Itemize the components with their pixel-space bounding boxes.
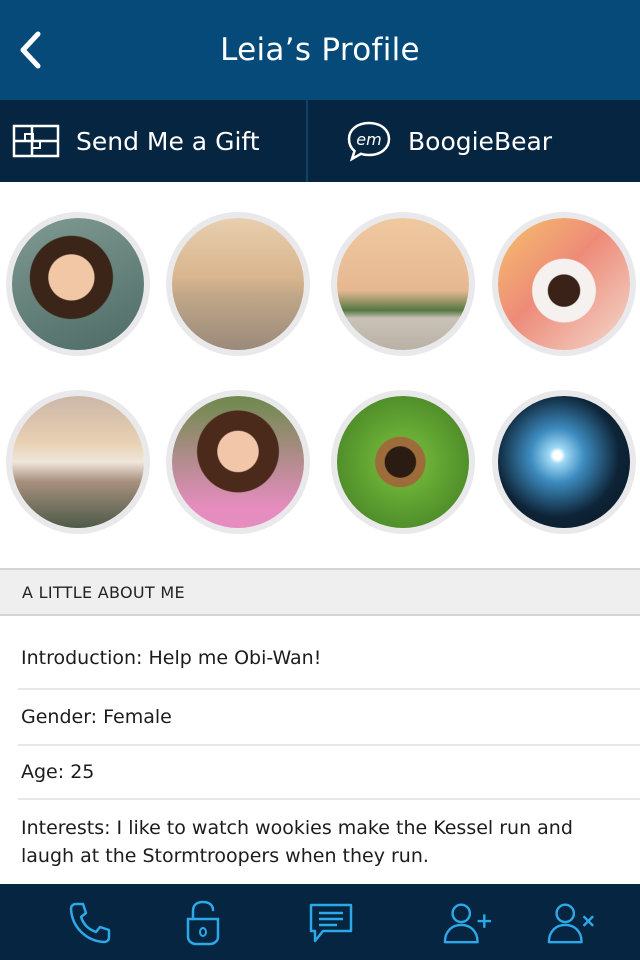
- remove-user-button[interactable]: [546, 898, 596, 948]
- back-button[interactable]: [8, 28, 52, 72]
- photo-4[interactable]: [492, 212, 636, 356]
- unlock-button[interactable]: [178, 898, 228, 948]
- about-section-header: A LITTLE ABOUT ME: [0, 568, 640, 616]
- message-button[interactable]: [306, 898, 356, 948]
- photo-1[interactable]: [6, 212, 150, 356]
- age-row: Age: 25: [18, 746, 640, 800]
- phone-icon: [69, 902, 111, 944]
- photo-6[interactable]: [166, 390, 310, 534]
- photo-3[interactable]: [331, 212, 475, 356]
- page-title: Leia’s Profile: [220, 32, 420, 68]
- photo-5[interactable]: [6, 390, 150, 534]
- introduction-row: Introduction: Help me Obi-Wan!: [18, 616, 640, 690]
- send-gift-button[interactable]: Send Me a Gift: [0, 100, 306, 182]
- interests-row: Interests: I like to watch wookies make …: [21, 817, 573, 867]
- about-list: Introduction: Help me Obi-Wan! Gender: F…: [0, 616, 640, 884]
- photo-2[interactable]: [166, 212, 310, 356]
- gender-row: Gender: Female: [18, 690, 640, 746]
- remove-user-icon: [547, 903, 594, 944]
- call-button[interactable]: [64, 898, 114, 948]
- back-icon: [20, 31, 41, 69]
- action-bar: Send Me a Gift em BoogieBear: [0, 100, 640, 182]
- photo-8[interactable]: [492, 390, 636, 534]
- em-chat-icon: em: [346, 120, 392, 162]
- gift-icon: [12, 124, 60, 158]
- top-header: Leia’s Profile: [0, 0, 640, 100]
- unlock-icon: [186, 900, 220, 946]
- bottom-nav: [0, 884, 640, 960]
- username-label: BoogieBear: [408, 126, 553, 156]
- send-gift-label: Send Me a Gift: [76, 126, 260, 156]
- add-user-icon: [443, 903, 492, 944]
- photo-gallery: [0, 182, 640, 568]
- username-button[interactable]: em BoogieBear: [306, 100, 640, 182]
- photo-7[interactable]: [331, 390, 475, 534]
- svg-text:em: em: [356, 130, 381, 149]
- add-user-button[interactable]: [442, 898, 492, 948]
- message-icon: [309, 903, 353, 943]
